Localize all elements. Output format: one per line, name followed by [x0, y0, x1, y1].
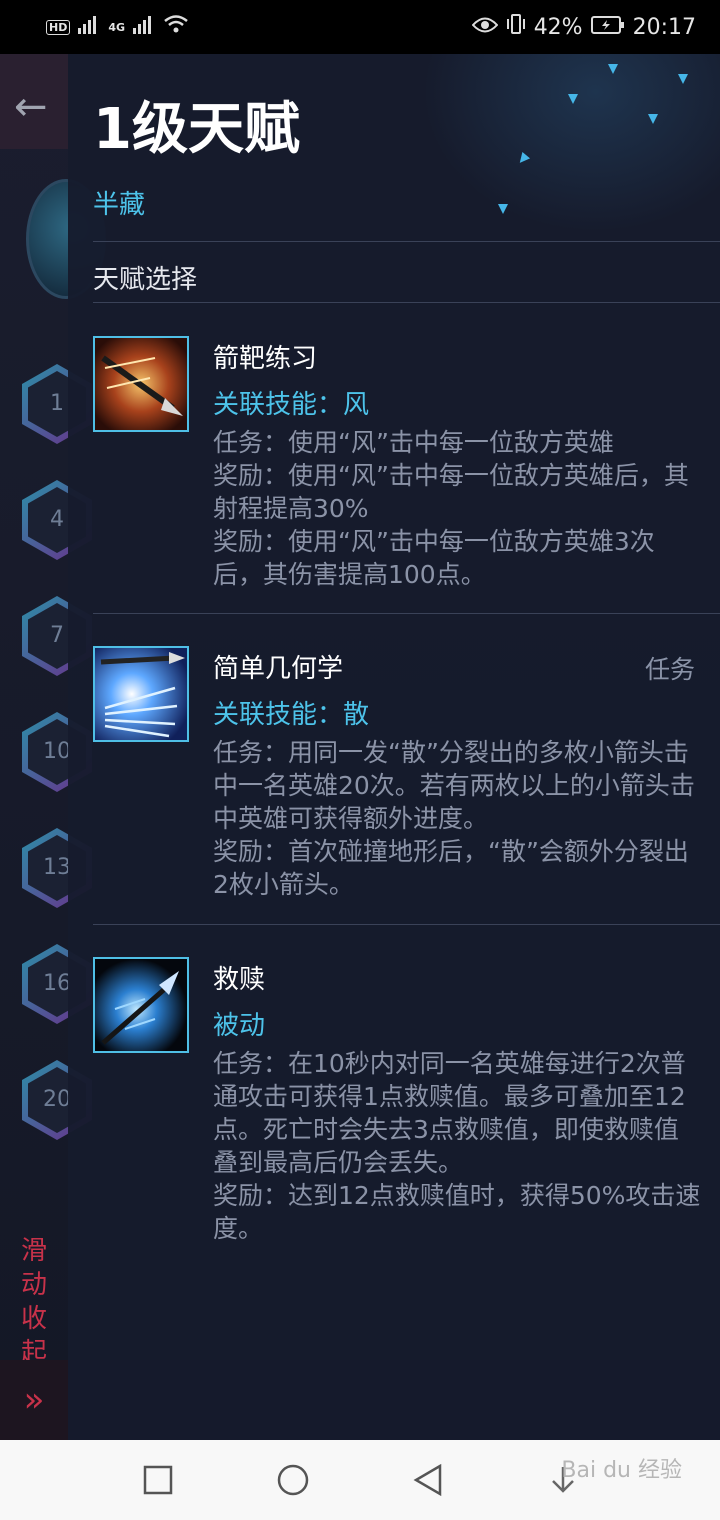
status-bar: HD 4G 42% 20:17 [0, 0, 720, 54]
clock: 20:17 [632, 14, 696, 40]
battery-percent: 42% [533, 14, 583, 40]
back-arrow-icon[interactable]: ← [14, 84, 48, 130]
back-triangle-icon[interactable] [408, 1460, 448, 1500]
hd-badge: HD [46, 19, 71, 35]
signal-icon [78, 15, 100, 40]
scatter-arrow-talent-icon [93, 646, 189, 742]
recents-square-icon[interactable] [138, 1460, 178, 1500]
talent-item[interactable]: 箭靶练习 关联技能：风 任务：使用“风”击中每一位敌方英雄 奖励：使用“风”击中… [93, 336, 720, 611]
status-right: 42% 20:17 [471, 13, 696, 41]
talent-quest-tag: 任务 [644, 655, 695, 684]
wifi-icon [163, 14, 189, 40]
network-type: 4G [108, 20, 126, 34]
watermark: Bai du 经验 [561, 1458, 682, 1483]
talent-item[interactable]: 简单几何学 任务 关联技能：散 任务：用同一发“散”分裂出的多枚小箭头击中一名英… [93, 646, 720, 921]
slide-collapse-label[interactable]: 滑 动 收 起 [12, 1234, 56, 1370]
sparkle-decoration [408, 54, 720, 244]
talent-name: 简单几何学 [213, 654, 344, 684]
divider [93, 241, 720, 242]
divider [93, 924, 720, 925]
talent-item[interactable]: 救赎 被动 任务：在10秒内对同一名英雄每进行2次普通攻击可获得1点救赎值。最多… [93, 957, 720, 1287]
divider [93, 613, 720, 614]
eye-icon [471, 15, 499, 40]
talent-description: 任务：使用“风”击中每一位敌方英雄 奖励：使用“风”击中每一位敌方英雄后，其射程… [213, 428, 689, 589]
home-circle-icon[interactable] [273, 1460, 313, 1500]
talent-panel: 1级天赋 半藏 天赋选择 箭靶练习 关联技能：风 任务：使用“风”击中每一位敌方… [68, 54, 720, 1440]
section-title: 天赋选择 [93, 265, 198, 295]
talent-name: 箭靶练习 [213, 344, 318, 374]
vibrate-icon [506, 13, 526, 41]
hero-name-link[interactable]: 半藏 [93, 184, 145, 221]
talent-skill: 关联技能：风 [213, 390, 370, 420]
talent-description: 任务：在10秒内对同一名英雄每进行2次普通攻击可获得1点救赎值。最多可叠加至12… [213, 1049, 701, 1243]
arrow-talent-icon [93, 336, 189, 432]
status-left: HD 4G [46, 14, 189, 40]
redemption-talent-icon [93, 957, 189, 1053]
battery-icon [590, 15, 625, 40]
double-chevron-right-icon[interactable]: » [0, 1360, 68, 1440]
signal-icon-2 [133, 15, 155, 40]
talent-description: 任务：用同一发“散”分裂出的多枚小箭头击中一名英雄20次。若有两枚以上的小箭头击… [213, 738, 695, 899]
page-title: 1级天赋 [93, 97, 300, 162]
talent-skill: 被动 [213, 1011, 266, 1041]
talent-skill: 关联技能：散 [213, 700, 370, 730]
divider [93, 302, 720, 303]
talent-name: 救赎 [213, 965, 266, 995]
